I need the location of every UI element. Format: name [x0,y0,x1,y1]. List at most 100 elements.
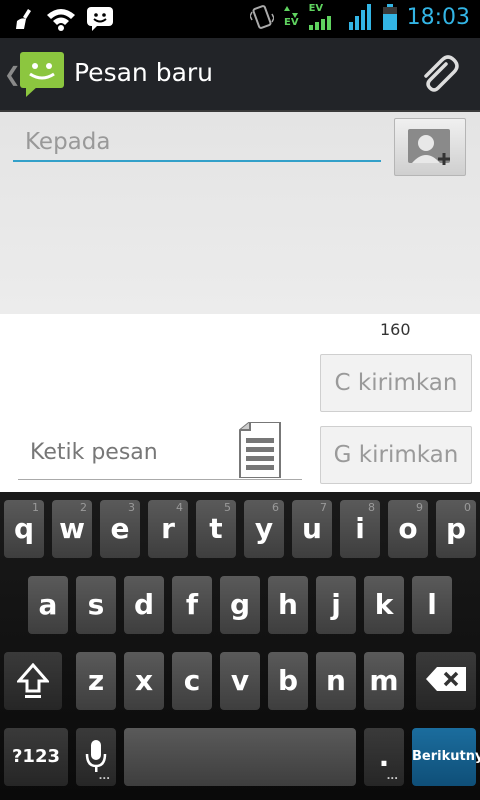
network-type-label: EV [284,17,299,28]
key-d[interactable]: d [124,576,164,634]
key-w-hint: 2 [80,501,87,514]
next-action-key[interactable]: Berikutnya [412,728,480,786]
send-c-button[interactable]: C kirimkan [320,354,472,412]
period-key[interactable]: . ... [364,728,404,786]
backspace-key[interactable] [416,652,476,710]
status-time: 18:03 [406,4,470,30]
period-key-label: . [378,740,390,773]
voice-key-hint: ... [98,771,110,782]
action-bar: ❮ Pesan baru [0,38,480,112]
microphone-icon [85,740,107,772]
key-a[interactable]: a [28,576,68,634]
key-t[interactable]: t5 [196,500,236,558]
key-q-label: q [13,512,35,545]
network-type-label-2: EV [308,3,324,14]
key-k-label: k [374,588,394,621]
add-contact-button[interactable] [394,118,466,176]
data-arrows-icon: EV [284,6,299,28]
cleaner-icon [16,9,31,29]
key-g-label: g [229,588,251,621]
key-p-label: p [445,512,467,545]
key-f[interactable]: f [172,576,212,634]
key-b-label: b [277,664,299,697]
key-e-hint: 3 [128,501,135,514]
key-s[interactable]: s [76,576,116,634]
key-l-label: l [427,588,437,621]
key-i[interactable]: i8 [340,500,380,558]
key-x-label: x [134,664,154,697]
key-i-hint: 8 [368,501,375,514]
key-c[interactable]: c [172,652,212,710]
key-s-label: s [87,588,105,621]
key-g[interactable]: g [220,576,260,634]
key-d-label: d [133,588,155,621]
key-n-label: n [326,664,346,697]
key-w[interactable]: w2 [52,500,92,558]
key-w-label: w [59,512,85,545]
backspace-icon [426,667,466,691]
key-o-label: o [398,512,418,545]
key-b[interactable]: b [268,652,308,710]
space-key[interactable] [124,728,356,786]
key-u-hint: 7 [320,501,327,514]
period-key-hint: ... [386,771,398,782]
recipient-area [0,112,480,314]
key-h-label: h [278,588,298,621]
key-y-label: y [254,512,274,545]
key-m[interactable]: m [364,652,404,710]
key-l[interactable]: l [412,576,452,634]
key-p-hint: 0 [464,501,471,514]
next-action-label: Berikutnya [412,749,480,764]
key-f-label: f [185,588,199,621]
key-e-label: e [110,512,130,545]
key-r-label: r [161,512,175,545]
key-r-hint: 4 [176,501,183,514]
key-m-label: m [369,664,399,697]
key-j-label: j [331,588,341,621]
recipient-input[interactable] [13,124,381,162]
key-u[interactable]: u7 [292,500,332,558]
signal-icon: EV [308,3,339,30]
key-z-label: z [87,664,105,697]
messaging-app-icon[interactable] [18,50,66,98]
symbols-key[interactable]: ?123 [4,728,68,786]
template-document-icon[interactable] [238,422,282,478]
battery-icon [382,4,397,30]
vibrate-icon [250,5,275,29]
paperclip-icon[interactable] [416,52,460,96]
key-v-label: v [230,664,250,697]
voice-input-key[interactable]: ... [76,728,116,786]
page-title: Pesan baru [74,58,214,87]
key-y[interactable]: y6 [244,500,284,558]
key-t-hint: 5 [224,501,231,514]
contact-add-icon [408,129,450,165]
key-u-label: u [302,512,322,545]
key-p[interactable]: p0 [436,500,476,558]
key-r[interactable]: r4 [148,500,188,558]
key-i-label: i [355,512,365,545]
key-x[interactable]: x [124,652,164,710]
key-c-label: c [183,664,201,697]
key-t-label: t [209,512,223,545]
key-e[interactable]: e3 [100,500,140,558]
key-k[interactable]: k [364,576,404,634]
symbols-key-label: ?123 [11,746,60,767]
send-g-button[interactable]: G kirimkan [320,426,472,484]
key-y-hint: 6 [272,501,279,514]
status-bar: EV EV 18:03 [0,0,480,38]
key-z[interactable]: z [76,652,116,710]
compose-area: 160 C kirimkan G kirimkan [0,314,480,492]
key-q-hint: 1 [32,501,39,514]
key-h[interactable]: h [268,576,308,634]
soft-keyboard: q1w2e3r4t5y6u7i8o9p0 asdfghjkl zxcvbnm ?… [0,492,480,800]
signal-bars-icon [348,4,371,30]
character-counter: 160 [380,320,411,339]
key-q[interactable]: q1 [4,500,44,558]
wifi-icon [47,9,75,31]
key-n[interactable]: n [316,652,356,710]
key-o[interactable]: o9 [388,500,428,558]
shift-key[interactable] [4,652,62,710]
key-j[interactable]: j [316,576,356,634]
key-v[interactable]: v [220,652,260,710]
messenger-icon [87,7,113,31]
